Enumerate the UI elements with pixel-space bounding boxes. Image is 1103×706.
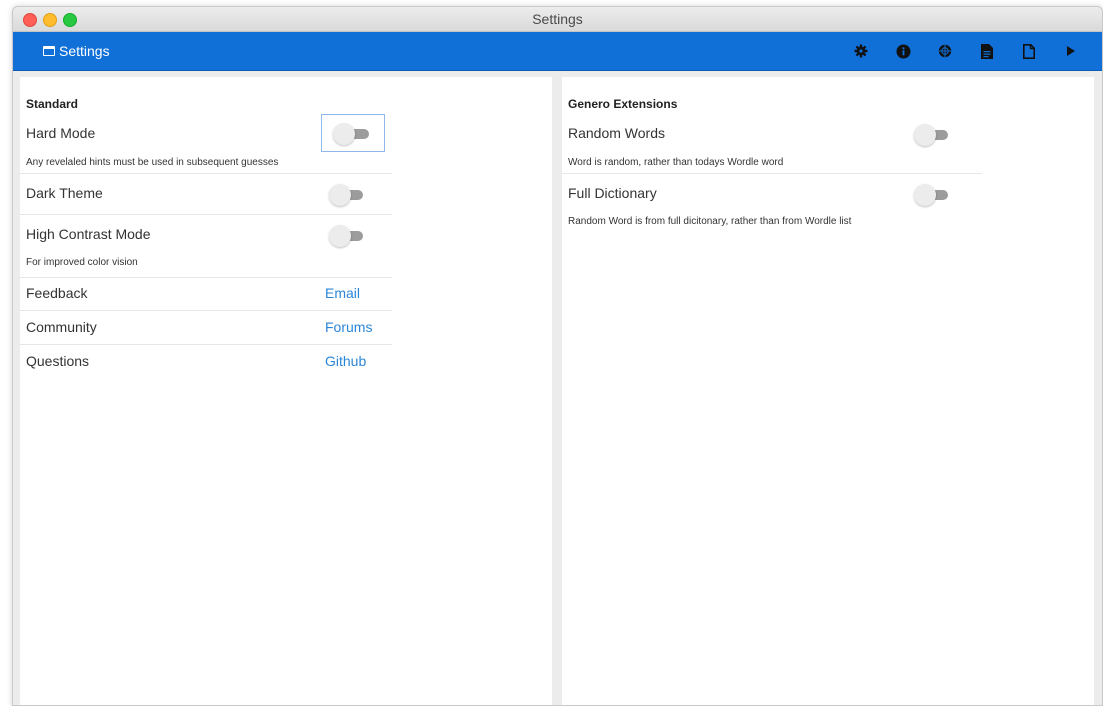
questions-row: Questions Github bbox=[20, 345, 392, 378]
blank-page-icon[interactable] bbox=[1016, 41, 1042, 61]
community-label: Community bbox=[26, 319, 97, 335]
email-link[interactable]: Email bbox=[325, 285, 360, 301]
play-icon[interactable] bbox=[1058, 41, 1084, 61]
high-contrast-row: High Contrast Mode For improved color vi… bbox=[20, 215, 392, 278]
feedback-label: Feedback bbox=[26, 285, 88, 301]
hard-mode-row: Hard Mode Any revelaled hints must be us… bbox=[20, 114, 392, 174]
high-contrast-description: For improved color vision bbox=[26, 257, 138, 268]
random-words-label: Random Words bbox=[568, 125, 666, 141]
full-dictionary-toggle[interactable] bbox=[910, 182, 954, 206]
dark-theme-toggle[interactable] bbox=[325, 182, 369, 206]
window-icon bbox=[43, 46, 55, 56]
settings-content: Standard Hard Mode Any revelaled hints m… bbox=[13, 71, 1102, 705]
random-words-toggle[interactable] bbox=[910, 122, 954, 146]
gear-icon[interactable] bbox=[848, 41, 874, 61]
toolbar-actions bbox=[848, 41, 1084, 61]
window-title: Settings bbox=[532, 11, 583, 27]
hard-mode-description: Any revelaled hints must be used in subs… bbox=[26, 157, 279, 168]
random-words-row: Random Words Word is random, rather than… bbox=[562, 115, 982, 174]
forums-link[interactable]: Forums bbox=[325, 319, 372, 335]
settings-window: Settings Settings Standard Hard Mode Any… bbox=[12, 6, 1103, 706]
questions-label: Questions bbox=[26, 353, 90, 369]
globe-icon[interactable] bbox=[932, 41, 958, 61]
app-toolbar: Settings bbox=[13, 32, 1102, 71]
hard-mode-toggle[interactable] bbox=[321, 114, 385, 152]
standard-section-title: Standard bbox=[26, 97, 79, 111]
community-row: Community Forums bbox=[20, 311, 392, 345]
high-contrast-label: High Contrast Mode bbox=[26, 226, 151, 242]
random-words-description: Word is random, rather than todays Wordl… bbox=[568, 157, 784, 168]
toolbar-title-text: Settings bbox=[59, 43, 110, 59]
full-dictionary-row: Full Dictionary Random Word is from full… bbox=[562, 174, 982, 236]
github-link[interactable]: Github bbox=[325, 353, 366, 369]
title-bar: Settings bbox=[13, 7, 1102, 32]
high-contrast-toggle[interactable] bbox=[325, 223, 369, 247]
feedback-row: Feedback Email bbox=[20, 278, 392, 311]
standard-panel: Standard Hard Mode Any revelaled hints m… bbox=[20, 77, 552, 705]
document-icon[interactable] bbox=[974, 41, 1000, 61]
info-icon[interactable] bbox=[890, 41, 916, 61]
full-dictionary-label: Full Dictionary bbox=[568, 185, 657, 201]
extensions-panel: Genero Extensions Random Words Word is r… bbox=[562, 77, 1094, 705]
toolbar-title: Settings bbox=[43, 43, 110, 59]
extensions-section-title: Genero Extensions bbox=[568, 97, 678, 111]
full-dictionary-description: Random Word is from full dicitonary, rat… bbox=[568, 216, 852, 227]
dark-theme-label: Dark Theme bbox=[26, 185, 103, 201]
dark-theme-row: Dark Theme bbox=[20, 174, 392, 215]
hard-mode-label: Hard Mode bbox=[26, 125, 96, 141]
